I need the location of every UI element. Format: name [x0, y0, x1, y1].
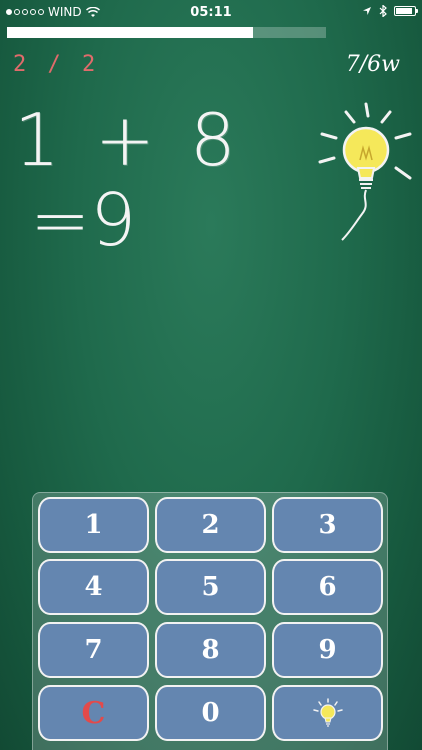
- lightbulb-icon: [312, 698, 343, 727]
- question-progress-bar: [7, 27, 326, 38]
- status-bar: WIND 05:11: [0, 0, 422, 24]
- key-4[interactable]: 4: [38, 559, 149, 615]
- key-3[interactable]: 3: [272, 497, 383, 553]
- question-counter: 2 / 2: [13, 52, 100, 77]
- score-label: 7/6w: [345, 52, 400, 77]
- key-2[interactable]: 2: [155, 497, 266, 553]
- battery-icon: [394, 6, 418, 16]
- key-0[interactable]: 0: [155, 685, 266, 741]
- number-keypad: 1 2 3 4 5 6 7 8 9 C 0: [32, 492, 388, 750]
- bluetooth-icon: [379, 5, 387, 17]
- clear-key[interactable]: C: [38, 685, 149, 741]
- math-answer: =9: [30, 178, 137, 262]
- status-right: [362, 5, 418, 17]
- key-1[interactable]: 1: [38, 497, 149, 553]
- hint-button[interactable]: [318, 100, 413, 245]
- progress-fill: [7, 27, 253, 38]
- key-9[interactable]: 9: [272, 622, 383, 678]
- hint-key[interactable]: [272, 685, 383, 741]
- lightbulb-icon: [318, 102, 412, 241]
- key-8[interactable]: 8: [155, 622, 266, 678]
- key-5[interactable]: 5: [155, 559, 266, 615]
- location-arrow-icon: [363, 7, 371, 15]
- status-time: 05:11: [190, 5, 232, 20]
- key-6[interactable]: 6: [272, 559, 383, 615]
- math-expression: 1 + 8: [14, 98, 242, 182]
- key-7[interactable]: 7: [38, 622, 149, 678]
